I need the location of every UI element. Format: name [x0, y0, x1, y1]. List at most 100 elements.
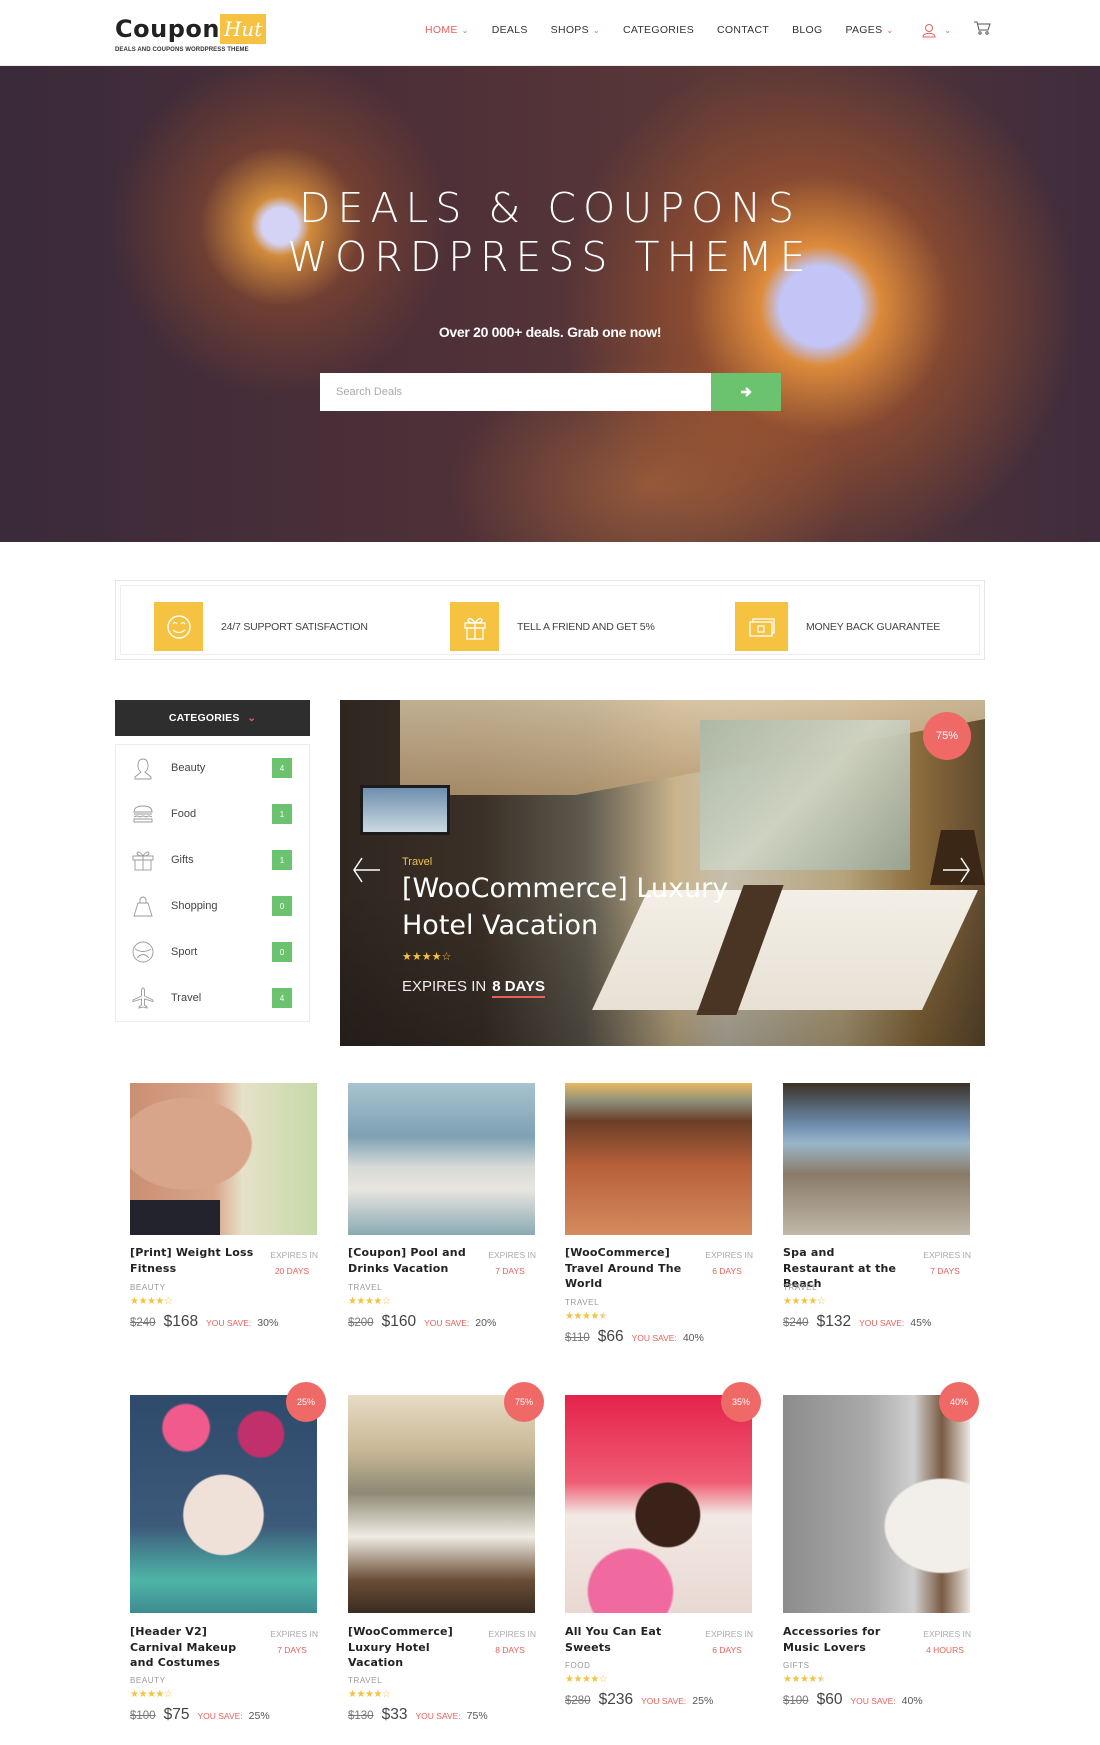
save-percent: 45% [910, 1317, 932, 1329]
expires-label: EXPIRES IN [923, 1629, 971, 1639]
feature-label: MONEY BACK GUARANTEE [806, 620, 941, 633]
deal-image[interactable] [130, 1083, 317, 1235]
new-price: $75 [163, 1706, 190, 1723]
deal-title[interactable]: All You Can Eat Sweets [565, 1624, 690, 1655]
expires-label: EXPIRES IN [488, 1250, 536, 1260]
deal-image[interactable] [348, 1395, 535, 1613]
slide-expiry: EXPIRES IN 8 DAYS [402, 978, 546, 998]
star-full-icon: ★ [431, 951, 442, 963]
deal-image[interactable] [565, 1395, 752, 1613]
nav-pages[interactable]: PAGES ⌄ [845, 24, 893, 36]
category-label: Shopping [171, 900, 218, 912]
star-full-icon: ★ [791, 1296, 800, 1307]
nav-blog[interactable]: BLOG [792, 24, 822, 36]
star-empty-icon: ☆ [598, 1674, 608, 1685]
slider-prev-button[interactable] [352, 855, 382, 890]
deal-category[interactable]: TRAVEL [348, 1676, 382, 1685]
deal-category[interactable]: BEAUTY [130, 1283, 166, 1292]
logo[interactable]: Coupon Hut DEALS AND COUPONS WORDPRESS T… [115, 14, 267, 53]
discount-badge: 75% [923, 712, 971, 760]
star-empty-icon: ☆ [163, 1689, 173, 1700]
star-rating: ★★★★☆ [348, 1689, 391, 1700]
deal-price: $200 $160 YOU SAVE: 20% [348, 1313, 496, 1331]
deal-image[interactable] [783, 1395, 970, 1613]
deal-category[interactable]: GIFTS [783, 1661, 810, 1670]
you-save-label: YOU SAVE: [197, 1711, 243, 1721]
deal-image[interactable] [565, 1083, 752, 1235]
deal-price: $240 $132 YOU SAVE: 45% [783, 1313, 931, 1331]
user-menu[interactable]: ⌄ [922, 23, 951, 38]
slide-title[interactable]: [WooCommerce] Luxury Hotel Vacation [402, 870, 802, 944]
nav-categories-label: CATEGORIES [622, 24, 695, 36]
category-count-badge: 1 [272, 850, 292, 870]
category-item-beauty[interactable]: Beauty 4 [116, 745, 309, 791]
deal-image[interactable] [783, 1083, 970, 1235]
slider-next-button[interactable] [941, 855, 971, 890]
save-percent: 75% [466, 1710, 488, 1722]
star-full-icon: ★ [373, 1296, 382, 1307]
deal-category[interactable]: TRAVEL [783, 1283, 817, 1292]
categories-header[interactable]: CATEGORIES ⌄ [115, 700, 310, 736]
deal-title[interactable]: [Coupon] Pool and Drinks Vacation [348, 1245, 473, 1276]
deal-title[interactable]: [Print] Weight Loss Fitness [130, 1245, 255, 1276]
star-empty-icon: ☆ [381, 1689, 391, 1700]
you-save-label: YOU SAVE: [859, 1318, 905, 1328]
deal-title[interactable]: [Header V2] Carnival Makeup and Costumes [130, 1624, 255, 1671]
category-item-shopping[interactable]: Shopping 0 [116, 883, 309, 929]
category-item-gifts[interactable]: Gifts 1 [116, 837, 309, 883]
search-button[interactable] [711, 373, 781, 411]
deal-category[interactable]: TRAVEL [348, 1283, 382, 1292]
feature-money-back: MONEY BACK GUARANTEE [735, 602, 940, 651]
save-percent: 40% [682, 1332, 704, 1344]
deal-image[interactable] [130, 1395, 317, 1613]
deal-category[interactable]: TRAVEL [565, 1298, 599, 1307]
nav-deals-label: DEALS [491, 24, 528, 36]
hero-title-line2: WORDPRESS THEME [287, 233, 813, 281]
old-price: $100 [130, 1710, 156, 1722]
save-percent: 40% [901, 1695, 923, 1707]
star-full-icon: ★ [808, 1296, 817, 1307]
new-price: $33 [381, 1706, 408, 1723]
deal-title[interactable]: [WooCommerce] Travel Around The World [565, 1245, 690, 1292]
deal-expiry: EXPIRES IN 7 DAYS [476, 1247, 536, 1279]
logo-tagline: DEALS AND COUPONS WORDPRESS THEME [115, 47, 249, 53]
star-full-icon: ★ [155, 1689, 164, 1700]
star-rating: ★★★★★ [565, 1311, 608, 1322]
deal-price: $110 $66 YOU SAVE: 40% [565, 1328, 704, 1346]
nav-contact[interactable]: CONTACT [717, 24, 769, 36]
slide-category[interactable]: Travel [402, 856, 432, 868]
deal-title[interactable]: Accessories for Music Lovers [783, 1624, 908, 1655]
star-rating: ★★★★☆ [130, 1689, 173, 1700]
categories-list: Beauty 4 Food 1 Gifts 1 Shopping 0 Sport… [115, 744, 310, 1022]
shopping-bag-icon [133, 896, 153, 917]
featured-slider[interactable]: 75% Travel [WooCommerce] Luxury Hotel Va… [340, 700, 985, 1046]
star-full-icon: ★ [356, 1296, 365, 1307]
search-input[interactable] [320, 373, 711, 411]
deal-expiry: EXPIRES IN 6 DAYS [693, 1247, 753, 1279]
category-item-food[interactable]: Food 1 [116, 791, 309, 837]
deal-image[interactable] [348, 1083, 535, 1235]
nav-categories[interactable]: CATEGORIES [623, 24, 694, 36]
expires-label: EXPIRES IN [705, 1250, 753, 1260]
hero-banner: DEALS & COUPONS WORDPRESS THEME Over 20 … [0, 66, 1100, 542]
nav-shops[interactable]: SHOPS ⌄ [551, 24, 600, 36]
expires-label: EXPIRES IN [923, 1250, 971, 1260]
cart-button[interactable] [973, 20, 991, 40]
expires-value: 7 DAYS [495, 1266, 525, 1276]
feature-support: 24/7 SUPPORT SATISFACTION [154, 602, 368, 651]
category-count-badge: 4 [272, 988, 292, 1008]
expires-value: 7 DAYS [277, 1645, 307, 1655]
deal-category[interactable]: FOOD [565, 1661, 591, 1670]
category-item-sport[interactable]: Sport 0 [116, 929, 309, 975]
star-full-icon: ★ [791, 1674, 800, 1685]
deal-category[interactable]: BEAUTY [130, 1676, 166, 1685]
star-rating: ★★★★☆ [130, 1296, 173, 1307]
nav-deals[interactable]: DEALS [492, 24, 528, 36]
deal-expiry: EXPIRES IN 7 DAYS [911, 1247, 971, 1279]
nav-home[interactable]: HOME ⌄ [425, 24, 469, 36]
category-item-travel[interactable]: Travel 4 [116, 975, 309, 1021]
deal-title[interactable]: [WooCommerce] Luxury Hotel Vacation [348, 1624, 473, 1671]
site-header: Coupon Hut DEALS AND COUPONS WORDPRESS T… [0, 0, 1100, 66]
category-count-badge: 0 [272, 896, 292, 916]
cart-icon [974, 21, 991, 35]
